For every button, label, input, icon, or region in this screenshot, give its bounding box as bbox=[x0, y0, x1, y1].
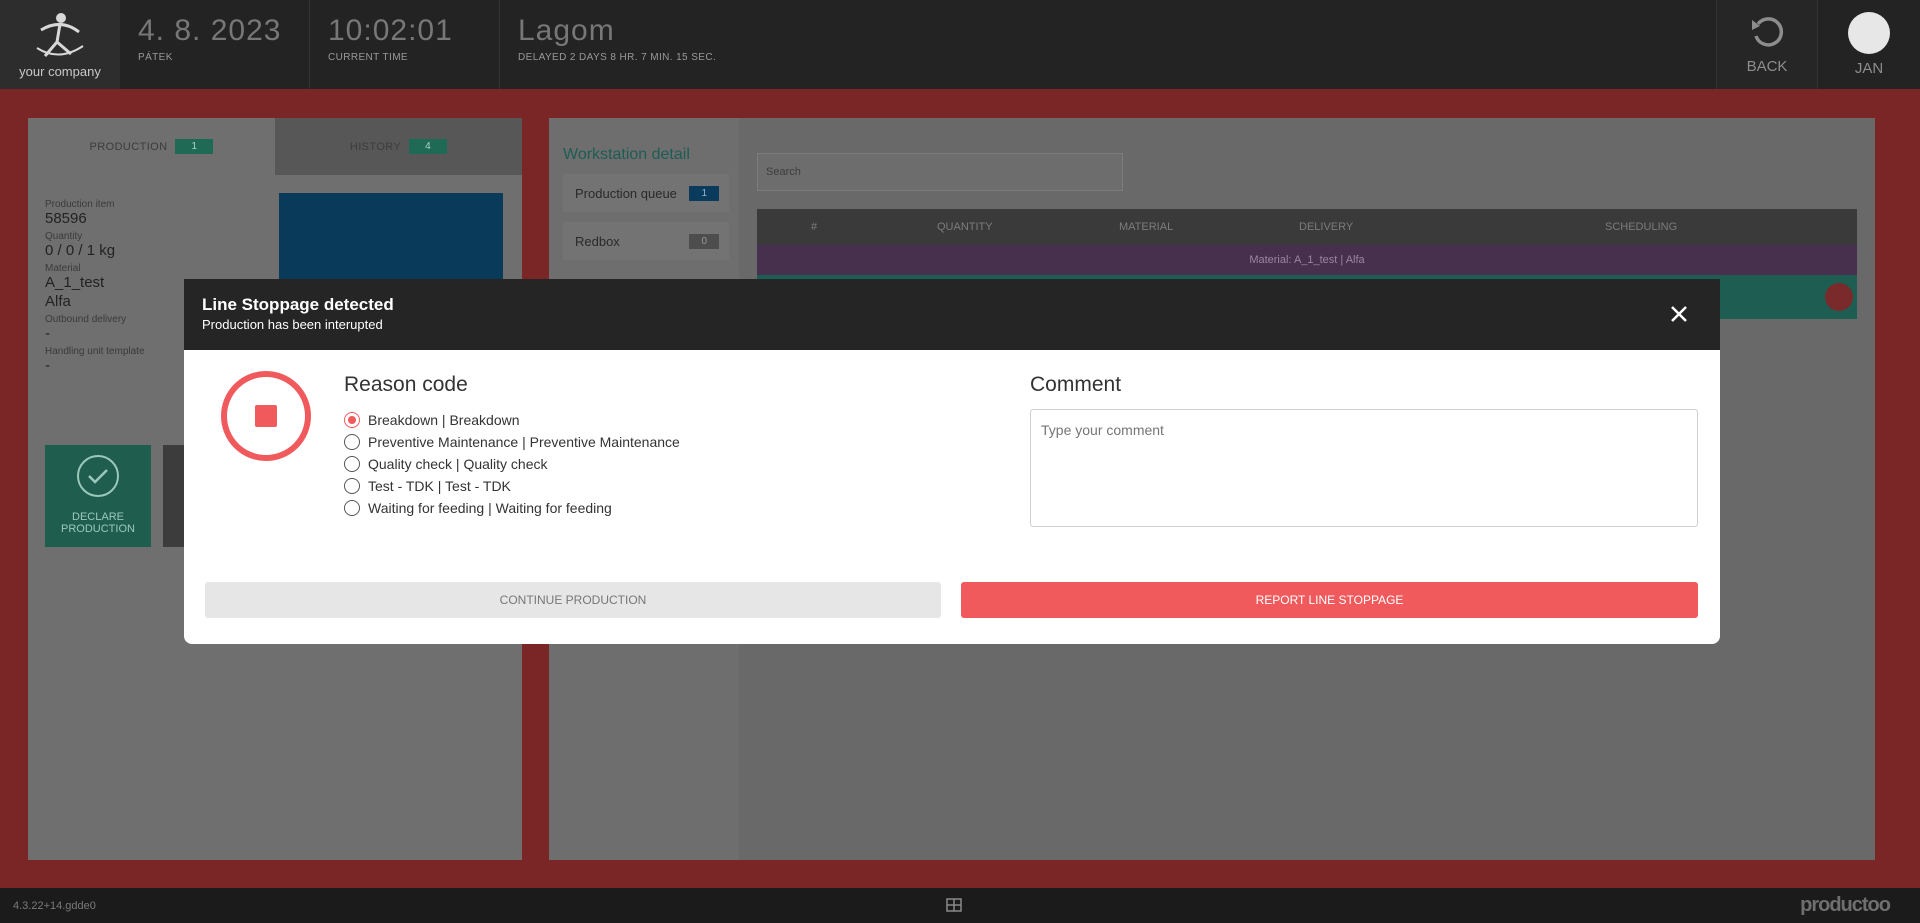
reason-option-test-tdk[interactable]: Test - TDK | Test - TDK bbox=[344, 475, 680, 497]
check-icon bbox=[77, 455, 119, 497]
back-button[interactable]: BACK bbox=[1716, 0, 1818, 89]
reason-code-section: Reason code Breakdown | Breakdown Preven… bbox=[344, 373, 680, 519]
top-header: your company 4. 8. 2023 PÁTEK 10:02:01 C… bbox=[0, 0, 1920, 89]
column-header[interactable]: MATERIAL bbox=[1119, 221, 1173, 233]
avatar bbox=[1848, 12, 1890, 54]
sidebar-item-label: Redbox bbox=[575, 233, 620, 249]
tab-production-label: PRODUCTION bbox=[89, 140, 168, 153]
reason-option-waiting-for-feeding[interactable]: Waiting for feeding | Waiting for feedin… bbox=[344, 497, 680, 519]
reason-option-label: Test - TDK | Test - TDK bbox=[368, 478, 511, 494]
version-text: 4.3.22+14.gdde0 bbox=[13, 900, 96, 912]
date-value: 4. 8. 2023 bbox=[138, 14, 282, 47]
stop-icon bbox=[221, 371, 311, 461]
sidebar-item-count: 1 bbox=[689, 185, 719, 201]
time-value: 10:02:01 bbox=[328, 14, 453, 47]
field-label: Quantity bbox=[45, 231, 83, 242]
weekday-label: PÁTEK bbox=[138, 52, 173, 63]
tab-history-count: 4 bbox=[409, 139, 448, 154]
time-block: 10:02:01 CURRENT TIME bbox=[310, 0, 500, 89]
modal-header: Line Stoppage detected Production has be… bbox=[184, 279, 1720, 350]
workstation-title: Workstation detail bbox=[563, 146, 690, 163]
radio-button[interactable] bbox=[344, 434, 360, 450]
reason-option-label: Preventive Maintenance | Preventive Main… bbox=[368, 434, 680, 450]
search-input[interactable]: Search bbox=[757, 153, 1123, 191]
reason-option-label: Quality check | Quality check bbox=[368, 456, 548, 472]
line-name: Lagom bbox=[518, 14, 615, 47]
radio-button[interactable] bbox=[344, 478, 360, 494]
reason-option-breakdown[interactable]: Breakdown | Breakdown bbox=[344, 409, 680, 431]
column-header[interactable]: QUANTITY bbox=[937, 221, 993, 233]
column-header[interactable]: DELIVERY bbox=[1299, 221, 1353, 233]
sidebar-item-production-queue[interactable]: Production queue 1 bbox=[563, 174, 729, 212]
line-stoppage-modal: Line Stoppage detected Production has be… bbox=[184, 279, 1720, 644]
production-tabs: PRODUCTION 1 HISTORY 4 bbox=[28, 118, 522, 175]
brand-logo: productoo bbox=[1800, 894, 1891, 916]
field-label: Outbound delivery bbox=[45, 314, 127, 325]
sidebar-item-count: 0 bbox=[689, 233, 719, 249]
grid-icon[interactable] bbox=[946, 897, 962, 913]
modal-subtitle: Production has been interupted bbox=[202, 317, 383, 332]
field-value: A_1_test bbox=[45, 274, 105, 291]
line-block: Lagom DELAYED 2 DAYS 8 HR. 7 MIN. 15 SEC… bbox=[500, 0, 1716, 89]
declare-production-button[interactable]: DECLARE PRODUCTION bbox=[45, 445, 151, 547]
date-block: 4. 8. 2023 PÁTEK bbox=[120, 0, 310, 89]
company-logo[interactable]: your company bbox=[0, 0, 120, 89]
radio-button[interactable] bbox=[344, 500, 360, 516]
undo-icon bbox=[1752, 17, 1784, 47]
company-logo-icon bbox=[36, 13, 84, 57]
tab-history[interactable]: HISTORY 4 bbox=[275, 118, 522, 175]
tab-history-label: HISTORY bbox=[349, 140, 402, 153]
material-group-row: Material: A_1_test | Alfa bbox=[757, 245, 1857, 275]
company-logo-text: your company bbox=[19, 64, 101, 79]
report-line-stoppage-button[interactable]: REPORT LINE STOPPAGE bbox=[961, 582, 1698, 618]
field-label: Production item bbox=[45, 199, 115, 210]
back-label: BACK bbox=[1746, 58, 1788, 75]
comment-input[interactable] bbox=[1030, 409, 1698, 527]
footer: 4.3.22+14.gdde0 productoo bbox=[0, 888, 1920, 923]
field-value: 0 / 0 / 1 kg bbox=[45, 242, 116, 259]
user-menu[interactable]: JAN bbox=[1818, 0, 1920, 89]
reason-option-label: Breakdown | Breakdown bbox=[368, 412, 520, 428]
time-label: CURRENT TIME bbox=[328, 52, 408, 63]
reason-code-title: Reason code bbox=[344, 373, 468, 396]
close-icon[interactable] bbox=[1668, 303, 1690, 325]
reason-option-quality-check[interactable]: Quality check | Quality check bbox=[344, 453, 680, 475]
field-value: 58596 bbox=[45, 210, 87, 227]
field-value: Alfa bbox=[45, 293, 71, 310]
declare-label: DECLARE PRODUCTION bbox=[61, 511, 135, 535]
sidebar-item-label: Production queue bbox=[575, 185, 677, 201]
tab-production[interactable]: PRODUCTION 1 bbox=[28, 118, 275, 175]
delay-text: DELAYED 2 DAYS 8 HR. 7 MIN. 15 SEC. bbox=[518, 52, 717, 63]
comment-section: Comment bbox=[1030, 373, 1698, 532]
tab-production-count: 1 bbox=[175, 139, 214, 154]
sidebar-item-redbox[interactable]: Redbox 0 bbox=[563, 222, 729, 260]
modal-title: Line Stoppage detected bbox=[202, 295, 394, 314]
comment-title: Comment bbox=[1030, 373, 1122, 396]
user-name: JAN bbox=[1854, 60, 1884, 77]
radio-button[interactable] bbox=[344, 456, 360, 472]
continue-production-button[interactable]: CONTINUE PRODUCTION bbox=[205, 582, 941, 618]
column-header[interactable]: SCHEDULING bbox=[1605, 221, 1677, 233]
field-value: - bbox=[45, 325, 50, 342]
radio-button[interactable] bbox=[344, 412, 360, 428]
column-header[interactable]: # bbox=[811, 221, 817, 233]
reason-option-preventive-maintenance[interactable]: Preventive Maintenance | Preventive Main… bbox=[344, 431, 680, 453]
table-header: # QUANTITY MATERIAL DELIVERY SCHEDULING bbox=[757, 209, 1857, 245]
field-label: Material bbox=[45, 263, 81, 274]
reason-option-label: Waiting for feeding | Waiting for feedin… bbox=[368, 500, 612, 516]
link-icon[interactable] bbox=[1825, 283, 1853, 311]
field-value: - bbox=[45, 357, 50, 374]
production-info: Production item 58596 Quantity 0 / 0 / 1… bbox=[45, 195, 145, 376]
field-label: Handling unit template bbox=[45, 346, 145, 357]
